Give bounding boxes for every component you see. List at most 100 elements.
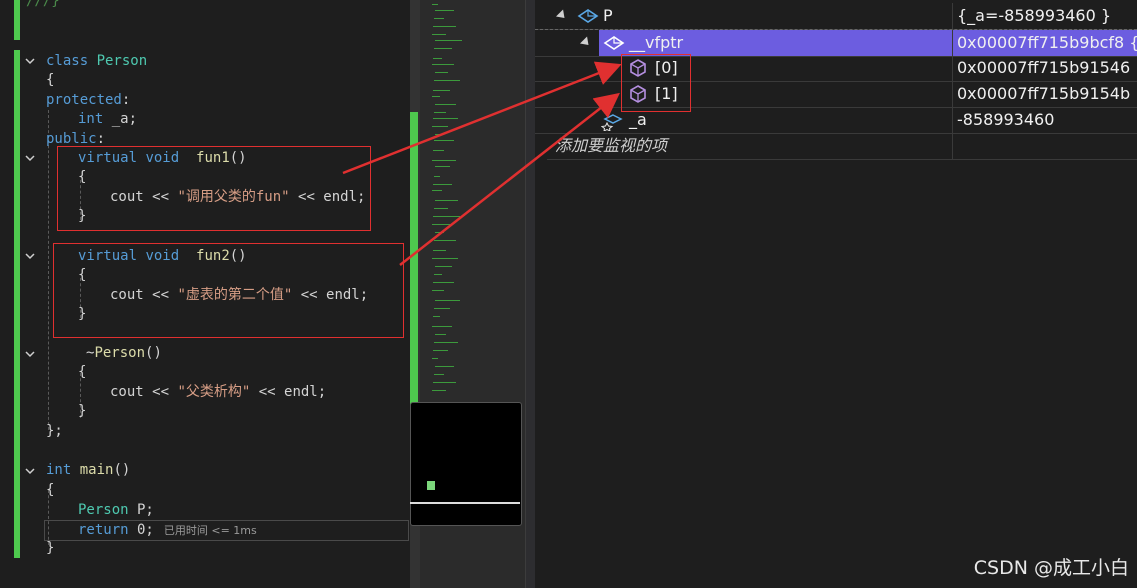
code-token: P;	[128, 502, 154, 518]
change-bar	[14, 50, 20, 558]
code-token: :	[121, 92, 131, 108]
highlight-box-fun1	[57, 146, 371, 231]
code-line-main-person: Person P;	[78, 500, 154, 520]
watch-row-p[interactable]: P {_a=-858993460 }	[535, 3, 1137, 30]
expand-arrow-icon[interactable]	[579, 36, 593, 49]
watch-value: 0x00007ff715b91546 {	[957, 58, 1137, 77]
minimap-line	[432, 326, 452, 327]
value-divider	[952, 3, 953, 29]
minimap-line	[434, 342, 458, 343]
minimap-line	[433, 26, 456, 27]
highlight-box-fun2	[53, 243, 404, 338]
fold-chevron-icon[interactable]	[23, 249, 37, 263]
minimap-line	[432, 358, 438, 359]
code-line-dtor-close: }	[78, 401, 86, 421]
code-line-dtor-body: cout << "父类析构" << endl;	[110, 382, 326, 402]
minimap-line	[433, 150, 444, 151]
code-fragment-top: ///}	[26, 0, 60, 9]
minimap-line	[435, 200, 458, 201]
watch-window[interactable]: P {_a=-858993460 } __vfptr 0x00007ff715b…	[535, 0, 1137, 588]
code-line-member-a: int _a;	[78, 109, 137, 129]
code-token: public	[46, 131, 97, 147]
code-token: int	[46, 462, 72, 478]
fold-chevron-icon[interactable]	[23, 347, 37, 361]
minimap-line	[432, 34, 446, 35]
minimap-line	[434, 374, 444, 375]
minimap-line	[434, 240, 456, 241]
class-icon	[577, 9, 599, 23]
code-token: "父类析构"	[177, 384, 251, 400]
minimap-line	[435, 40, 462, 41]
code-line-main-open: {	[46, 480, 54, 500]
code-line-main-close: }	[46, 538, 54, 558]
minimap-line	[433, 216, 460, 217]
code-token: cout <<	[110, 384, 178, 400]
code-line-dtor-decl: ~Person()	[86, 343, 162, 363]
minimap-line	[432, 190, 442, 191]
code-token: :	[96, 131, 106, 147]
minimap-line	[434, 274, 442, 275]
code-token: ()	[145, 345, 162, 361]
minimap-line	[435, 72, 448, 73]
value-divider	[952, 81, 953, 107]
highlight-box-vtable	[621, 54, 691, 112]
expand-arrow-icon[interactable]	[555, 9, 569, 22]
minimap-line	[434, 308, 450, 309]
code-line-dtor-open: {	[78, 362, 86, 382]
code-token: Person	[94, 345, 146, 361]
code-token: << endl;	[250, 384, 327, 400]
minimap-line	[435, 166, 450, 167]
minimap-line	[432, 258, 458, 259]
minimap-line	[433, 350, 448, 351]
code-line-protected: protected:	[46, 90, 130, 110]
minimap-line	[433, 382, 456, 383]
fold-chevron-icon[interactable]	[23, 464, 37, 478]
minimap-line	[434, 48, 452, 49]
watermark: CSDN @成工小白	[973, 557, 1129, 579]
add-watch-placeholder[interactable]: 添加要监视的项	[555, 133, 667, 159]
minimap-line	[432, 160, 456, 161]
change-bar-top	[14, 0, 20, 40]
code-line-open-brace-1: {	[46, 70, 54, 90]
code-token: main	[79, 462, 114, 478]
indent-guide	[48, 110, 49, 430]
code-line-class-decl: class Person	[46, 51, 147, 71]
watch-value: -858993460	[957, 110, 1055, 129]
current-line-highlight	[44, 520, 409, 541]
minimap-code-preview	[432, 0, 482, 400]
minimap-line	[432, 390, 446, 391]
minimap-line	[433, 250, 446, 251]
watch-value: 0x00007ff715b9bcf8 {P	[957, 33, 1137, 52]
minimap-line	[435, 334, 446, 335]
minimap-line	[433, 316, 440, 317]
minimap-line	[435, 134, 442, 135]
fold-chevron-icon[interactable]	[23, 151, 37, 165]
minimap-line	[432, 96, 440, 97]
fold-chevron-icon[interactable]	[23, 54, 37, 68]
minimap-line	[433, 118, 458, 119]
minimap-cursor-line	[410, 502, 520, 504]
code-token: };	[46, 423, 63, 439]
add-watch-row[interactable]: 添加要监视的项	[547, 133, 1137, 160]
code-editor[interactable]: ///} class Person{protected: int _a; publi…	[0, 0, 410, 588]
minimap-line	[434, 112, 446, 113]
minimap-line	[434, 80, 460, 81]
minimap-viewport[interactable]	[410, 402, 522, 526]
code-token: ()	[113, 462, 131, 478]
value-divider	[952, 55, 953, 81]
code-token: {	[78, 364, 87, 380]
code-line-main-decl: int main()	[46, 460, 130, 480]
code-token: {	[46, 482, 55, 498]
watch-name: __vfptr	[629, 33, 684, 52]
minimap[interactable]	[410, 0, 525, 588]
minimap-line	[432, 224, 450, 225]
minimap-line	[433, 90, 450, 91]
minimap-line	[435, 266, 452, 267]
code-token: _a;	[103, 111, 138, 127]
minimap-line	[435, 104, 456, 105]
minimap-line	[432, 290, 444, 291]
watch-row-vfptr[interactable]: __vfptr 0x00007ff715b9bcf8 {P	[535, 29, 1137, 57]
minimap-line	[433, 282, 454, 283]
value-divider	[952, 107, 953, 133]
